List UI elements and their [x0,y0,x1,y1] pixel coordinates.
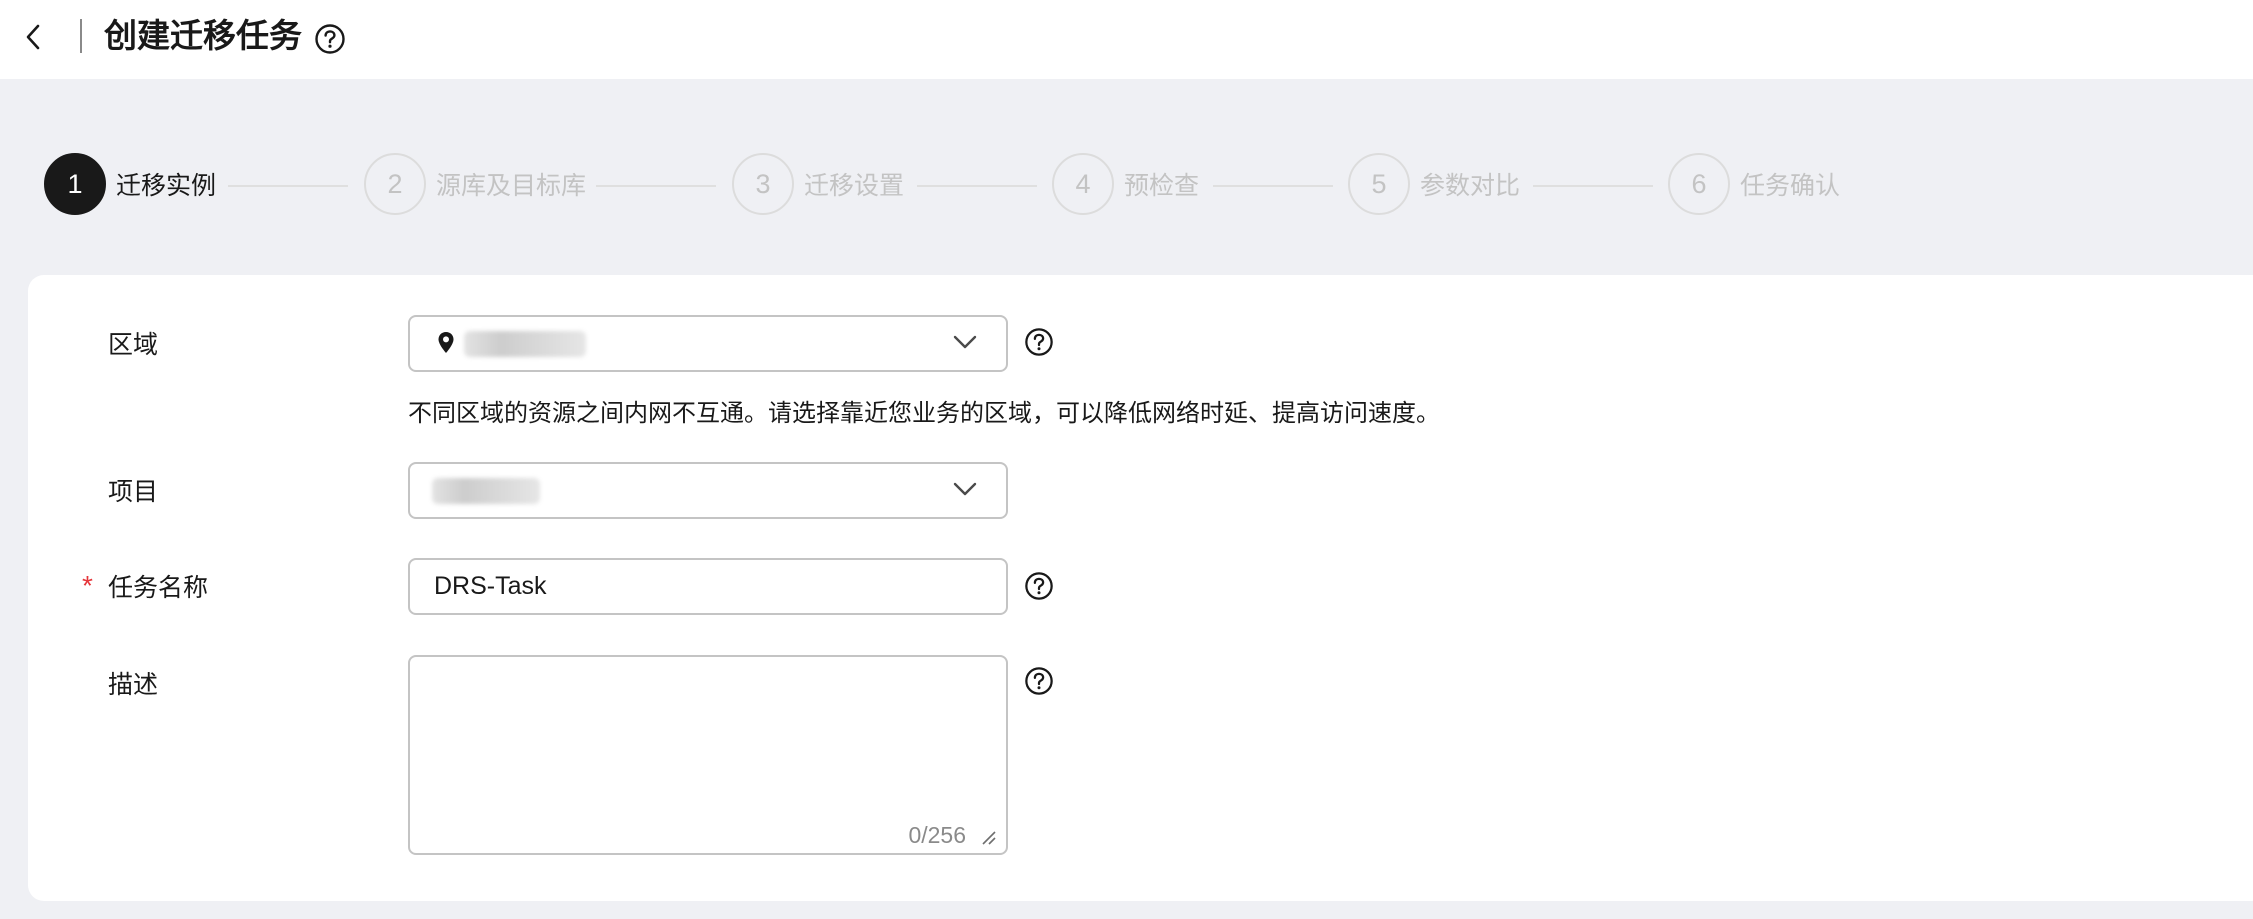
region-select[interactable] [408,315,1008,372]
step-2: 2 源库及目标库 [364,150,586,218]
project-value-redacted [432,478,540,504]
step-4: 4 预检查 [1052,150,1199,218]
description-field[interactable]: 0/256 [408,655,1008,855]
region-value-redacted [464,331,586,357]
chevron-down-icon [953,482,977,496]
step-connector [228,185,348,187]
step-connector [1213,185,1333,187]
step-number: 5 [1348,153,1410,215]
header-divider [80,19,82,53]
question-circle-icon [1025,572,1053,600]
step-connector [596,185,716,187]
region-hint: 不同区域的资源之间内网不互通。请选择靠近您业务的区域，可以降低网络时延、提高访问… [408,400,1440,427]
question-circle-icon [315,24,345,54]
task-name-label: 任务名称 [108,574,209,602]
step-label: 源库及目标库 [436,172,587,200]
step-5: 5 参数对比 [1348,150,1520,218]
description-help-button[interactable] [1024,666,1054,701]
resize-handle-icon[interactable] [980,829,996,845]
project-select[interactable] [408,462,1008,519]
page-header: 创建迁移任务 [0,0,2253,79]
question-circle-icon [1025,667,1053,695]
task-name-help-button[interactable] [1024,571,1054,606]
chevron-left-icon [26,24,40,50]
required-marker: * [82,570,93,601]
step-1: 1 迁移实例 [44,150,216,218]
step-3: 3 迁移设置 [732,150,904,218]
step-number: 6 [1668,153,1730,215]
step-label: 参数对比 [1420,172,1521,200]
back-button[interactable] [18,18,48,56]
task-name-field[interactable] [408,558,1008,615]
step-number: 4 [1052,153,1114,215]
title-help-button[interactable] [314,23,346,60]
task-name-input[interactable] [434,560,994,613]
step-connector [917,185,1037,187]
chevron-down-icon [953,335,977,349]
form-card: 区域 不同区域的资源之间内网不互通。请选择靠近您业务的区域，可以降低网络时延、提… [28,275,2253,901]
location-pin-icon [438,332,454,353]
char-counter: 0/256 [908,822,966,848]
description-label: 描述 [108,671,159,699]
step-progress: 1 迁移实例 2 源库及目标库 3 迁移设置 4 预检查 5 参数对比 6 任务… [0,150,2253,218]
project-label: 项目 [108,478,159,506]
step-connector [1533,185,1653,187]
region-label: 区域 [108,331,159,359]
step-label: 迁移实例 [116,172,217,200]
description-textarea[interactable] [430,671,990,805]
step-label: 迁移设置 [804,172,905,200]
step-label: 任务确认 [1740,172,1841,200]
region-help-button[interactable] [1024,327,1054,362]
step-6: 6 任务确认 [1668,150,1840,218]
step-number: 1 [44,153,106,215]
step-label: 预检查 [1124,172,1200,200]
question-circle-icon [1025,328,1053,356]
page-title: 创建迁移任务 [104,17,302,54]
step-number: 3 [732,153,794,215]
step-number: 2 [364,153,426,215]
